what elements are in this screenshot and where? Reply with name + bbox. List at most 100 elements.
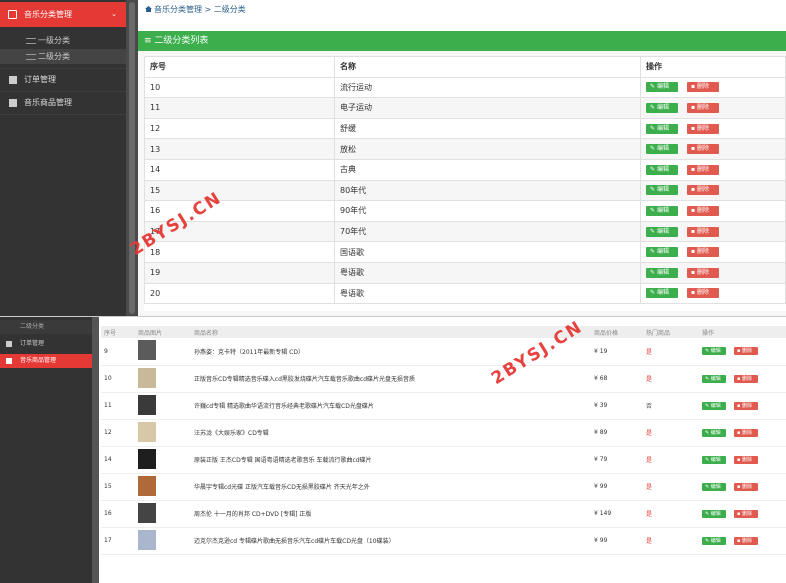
delete-label: 删除 [741, 348, 752, 355]
edit-button[interactable]: ✎ 编辑 [702, 428, 726, 437]
edit-button[interactable]: ✎ 编辑 [702, 536, 726, 545]
table-row: 19 粤语歌 ✎ 编辑 ▪ 删除 [144, 261, 786, 284]
edit-button[interactable]: ✎ 编辑 [702, 374, 726, 383]
sidebar-item-music-category[interactable]: 音乐分类管理 ⌄ [0, 2, 126, 27]
cell-actions: ✎ 编辑 ▪ 删除 [699, 365, 786, 393]
cell-price: ¥ 39 [591, 392, 643, 420]
cell-id: 18 [144, 241, 335, 263]
delete-button[interactable]: ▪ 删除 [687, 288, 719, 299]
cell-actions: ✎ 编辑 ▪ 删除 [640, 97, 786, 119]
delete-label: 删除 [697, 103, 710, 111]
edit-button[interactable]: ✎ 编辑 [646, 205, 678, 216]
delete-button[interactable]: ▪ 删除 [734, 455, 758, 464]
album-cover-image [138, 529, 156, 550]
delete-button[interactable]: ▪ 删除 [734, 347, 758, 356]
delete-button[interactable]: ▪ 删除 [687, 82, 719, 93]
cell-id: 10 [144, 76, 335, 99]
cell-price: ¥ 149 [591, 500, 643, 528]
breadcrumb-root[interactable]: 音乐分类管理 [154, 5, 202, 14]
scrollbar-thumb[interactable] [129, 2, 135, 314]
edit-button[interactable]: ✎ 编辑 [646, 226, 678, 237]
sidebar-item-orders[interactable]: 订单管理 [0, 337, 92, 351]
delete-button[interactable]: ▪ 删除 [687, 247, 719, 258]
sidebar-scrollbar[interactable] [126, 0, 138, 316]
delete-button[interactable]: ▪ 删除 [734, 374, 758, 383]
trash-icon: ▪ [691, 248, 696, 256]
edit-button[interactable]: ✎ 编辑 [646, 185, 678, 196]
cell-hot: 是 [643, 500, 699, 528]
product-table: 序号 商品图片 商品名称 商品价格 热门商品 操作 9 孙燕姿：克卡特（2011年… [101, 326, 786, 555]
delete-button[interactable]: ▪ 删除 [734, 482, 758, 491]
edit-label: 编辑 [656, 83, 669, 91]
cell-hot: 是 [643, 527, 699, 555]
list-icon [26, 54, 36, 60]
column-header-actions: 操作 [640, 56, 786, 78]
cell-name: 80年代 [334, 179, 641, 202]
delete-button[interactable]: ▪ 删除 [687, 185, 719, 196]
delete-button[interactable]: ▪ 删除 [687, 144, 719, 155]
cell-id: 10 [101, 365, 135, 393]
cell-name: 放松 [334, 138, 641, 160]
cell-id: 19 [144, 261, 335, 284]
trash-icon: ▪ [737, 456, 741, 463]
edit-button[interactable]: ✎ 编辑 [702, 509, 726, 518]
table-row: 12 汪苏泷《大娱乐家》CD专辑 ¥ 89 是 ✎ 编辑 ▪ 删除 [101, 419, 786, 447]
album-cover-image [138, 340, 156, 361]
edit-button[interactable]: ✎ 编辑 [646, 123, 678, 134]
table-row: 17 迈克尔杰克逊cd 专辑碟片歌曲无损音乐汽车cd碟片车载CD光盘（10碟装） ¥… [101, 527, 786, 555]
edit-button[interactable]: ✎ 编辑 [646, 102, 678, 113]
edit-label: 编辑 [656, 289, 669, 297]
sidebar-scrollbar[interactable] [92, 317, 99, 583]
cell-id: 15 [101, 473, 135, 501]
edit-button[interactable]: ✎ 编辑 [646, 288, 678, 299]
cell-name: 周杰伦 十一月的肖邦 CD+DVD [专辑] 正版 [191, 500, 591, 528]
edit-icon: ✎ [705, 429, 710, 436]
edit-icon: ✎ [650, 289, 656, 297]
delete-button[interactable]: ▪ 删除 [687, 226, 719, 237]
edit-button[interactable]: ✎ 编辑 [646, 82, 678, 93]
delete-button[interactable]: ▪ 删除 [687, 205, 719, 216]
cell-actions: ✎ 编辑 ▪ 删除 [699, 500, 786, 528]
cell-name: 电子运动 [334, 97, 641, 119]
table-header-row: 序号 商品图片 商品名称 商品价格 热门商品 操作 [101, 326, 786, 338]
sidebar-item-level2[interactable]: 二级分类 [0, 320, 92, 334]
delete-button[interactable]: ▪ 删除 [687, 102, 719, 113]
delete-button[interactable]: ▪ 删除 [734, 509, 758, 518]
cell-image [135, 338, 191, 366]
sidebar-item-level1[interactable]: 一级分类 [0, 33, 126, 48]
trash-icon: ▪ [691, 103, 696, 111]
edit-button[interactable]: ✎ 编辑 [702, 347, 726, 356]
edit-button[interactable]: ✎ 编辑 [646, 164, 678, 175]
sidebar: 二级分类 订单管理 音乐商品管理 [0, 317, 92, 583]
cell-name: 华晨宇专辑cd光碟 正版汽车载音乐CD无损黑胶碟片 齐天光年之外 [191, 473, 591, 501]
table-row: 14 古典 ✎ 编辑 ▪ 删除 [144, 158, 786, 181]
delete-label: 删除 [697, 145, 710, 153]
edit-button[interactable]: ✎ 编辑 [646, 267, 678, 278]
sidebar-item-label: 二级分类 [38, 52, 70, 61]
cell-id: 12 [101, 419, 135, 447]
delete-button[interactable]: ▪ 删除 [687, 123, 719, 134]
sidebar-item-level2[interactable]: 二级分类 [0, 49, 126, 64]
edit-button[interactable]: ✎ 编辑 [646, 144, 678, 155]
edit-label: 编辑 [656, 165, 669, 173]
table-row: 10 流行运动 ✎ 编辑 ▪ 删除 [144, 76, 786, 99]
edit-button[interactable]: ✎ 编辑 [646, 247, 678, 258]
sidebar-item-products[interactable]: 音乐商品管理 [0, 92, 126, 114]
trash-icon: ▪ [737, 483, 741, 490]
delete-button[interactable]: ▪ 删除 [734, 401, 758, 410]
sidebar-item-products[interactable]: 音乐商品管理 [0, 354, 92, 368]
edit-button[interactable]: ✎ 编辑 [702, 455, 726, 464]
sidebar-item-orders[interactable]: 订单管理 [0, 69, 126, 91]
delete-button[interactable]: ▪ 删除 [734, 428, 758, 437]
list-icon: ≡ [144, 36, 152, 46]
delete-button[interactable]: ▪ 删除 [687, 164, 719, 175]
column-header-id: 序号 [101, 326, 135, 338]
edit-icon: ✎ [650, 145, 656, 153]
delete-label: 删除 [697, 165, 710, 173]
delete-button[interactable]: ▪ 删除 [687, 267, 719, 278]
cell-actions: ✎ 编辑 ▪ 删除 [699, 419, 786, 447]
edit-button[interactable]: ✎ 编辑 [702, 482, 726, 491]
trash-icon: ▪ [691, 124, 696, 132]
delete-button[interactable]: ▪ 删除 [734, 536, 758, 545]
edit-button[interactable]: ✎ 编辑 [702, 401, 726, 410]
